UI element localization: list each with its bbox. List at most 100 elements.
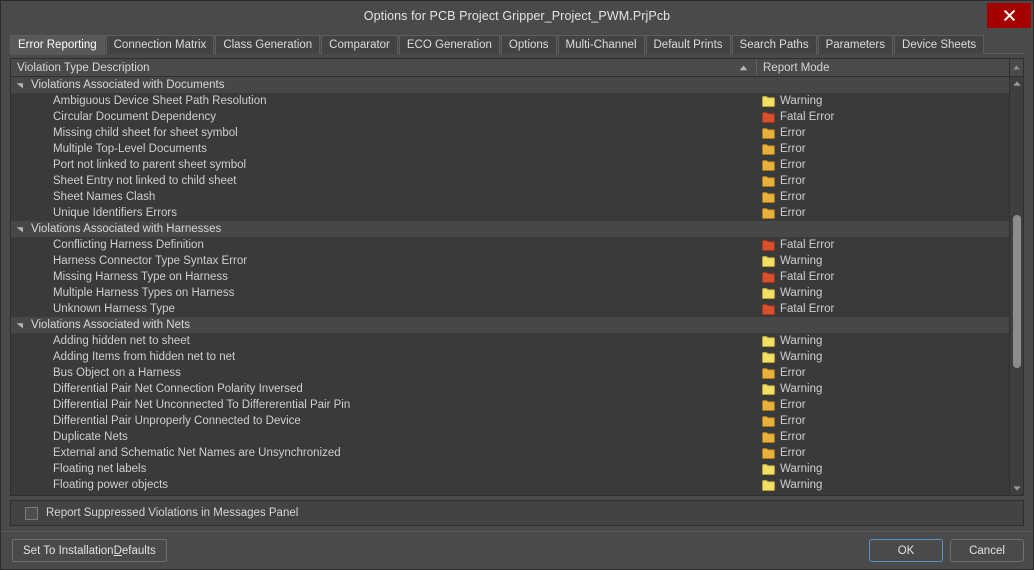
tab-connection-matrix[interactable]: Connection Matrix [105, 35, 215, 54]
column-header-description[interactable]: Violation Type Description [11, 59, 756, 76]
violation-report-mode-label: Error [780, 415, 806, 427]
cancel-button[interactable]: Cancel [950, 539, 1024, 562]
violation-description-label: Missing child sheet for sheet symbol [53, 127, 238, 139]
violation-report-mode-label: Warning [780, 95, 823, 107]
tab-comparator[interactable]: Comparator [321, 35, 398, 54]
column-header-report-mode[interactable]: Report Mode [756, 59, 1009, 76]
tab-eco-generation[interactable]: ECO Generation [398, 35, 500, 54]
grid-vertical-scrollbar[interactable] [1009, 77, 1023, 495]
scroll-up-button[interactable] [1010, 77, 1023, 90]
tab-default-prints[interactable]: Default Prints [645, 35, 731, 54]
grid-header-row: Violation Type Description Report Mode [11, 59, 1023, 77]
violation-report-mode-cell[interactable]: Error [756, 429, 1009, 445]
violation-row[interactable]: Sheet Names Clash Error [11, 189, 1009, 205]
violation-description-label: Differential Pair Net Unconnected To Dif… [53, 399, 351, 411]
tab-multi-channel[interactable]: Multi-Channel [557, 35, 645, 54]
violation-row[interactable]: External and Schematic Net Names are Uns… [11, 445, 1009, 461]
violation-report-mode-cell[interactable]: Warning [756, 477, 1009, 493]
group-expand-icon[interactable] [11, 225, 29, 233]
violation-row[interactable]: Adding hidden net to sheet Warning [11, 333, 1009, 349]
violation-row[interactable]: Multiple Harness Types on Harness Warning [11, 285, 1009, 301]
violation-report-mode-cell[interactable]: Fatal Error [756, 109, 1009, 125]
group-expand-icon[interactable] [11, 321, 29, 329]
violation-report-mode-cell[interactable]: Error [756, 157, 1009, 173]
violation-report-mode-cell[interactable]: Error [756, 445, 1009, 461]
violation-row[interactable]: Floating net labels Warning [11, 461, 1009, 477]
violation-row[interactable]: Duplicate Nets Error [11, 429, 1009, 445]
violation-report-mode-cell[interactable]: Error [756, 173, 1009, 189]
violation-report-mode-cell[interactable]: Warning [756, 381, 1009, 397]
violation-row[interactable]: Ambiguous Device Sheet Path Resolution Wa… [11, 93, 1009, 109]
violation-row[interactable]: Sheet Entry not linked to child sheet Err… [11, 173, 1009, 189]
violation-report-mode-cell[interactable]: Error [756, 205, 1009, 221]
violation-report-mode-cell[interactable]: Warning [756, 285, 1009, 301]
suppressed-violations-bar: Report Suppressed Violations in Messages… [10, 500, 1024, 526]
violation-row[interactable]: Multiple Top-Level Documents Error [11, 141, 1009, 157]
violation-report-mode-cell[interactable]: Error [756, 189, 1009, 205]
error-folder-icon [762, 367, 775, 379]
violation-row[interactable]: Unique Identifiers Errors Error [11, 205, 1009, 221]
tab-label: ECO Generation [406, 39, 492, 51]
group-header-row[interactable]: Violations Associated with Nets [11, 317, 1009, 333]
violation-report-mode-cell[interactable]: Fatal Error [756, 269, 1009, 285]
violation-row[interactable]: Port not linked to parent sheet symbol Er… [11, 157, 1009, 173]
violation-report-mode-cell[interactable]: Warning [756, 333, 1009, 349]
violation-report-mode-label: Warning [780, 383, 823, 395]
group-expand-icon[interactable] [11, 81, 29, 89]
violation-description-label: Sheet Entry not linked to child sheet [53, 175, 237, 187]
group-description-cell: Violations Associated with Nets [11, 317, 756, 333]
violation-row[interactable]: Bus Object on a Harness Error [11, 365, 1009, 381]
group-header-row[interactable]: Violations Associated with Documents [11, 77, 1009, 93]
violation-row[interactable]: Floating power objects Warning [11, 477, 1009, 493]
scroll-down-button[interactable] [1010, 482, 1023, 495]
violation-row[interactable]: Differential Pair Net Connection Polarit… [11, 381, 1009, 397]
violation-row[interactable]: Differential Pair Unproperly Connected t… [11, 413, 1009, 429]
tab-strip: Error Reporting Connection Matrix Class Ge… [10, 34, 1024, 55]
violation-report-mode-cell[interactable]: Error [756, 413, 1009, 429]
grid-rows: Violations Associated with Documents Ambi… [11, 77, 1009, 495]
violation-report-mode-cell[interactable]: Fatal Error [756, 301, 1009, 317]
warning-folder-icon [762, 351, 775, 363]
violation-report-mode-cell[interactable]: Error [756, 125, 1009, 141]
tab-parameters[interactable]: Parameters [817, 35, 894, 54]
set-to-installation-defaults-button[interactable]: Set To Installation Defaults [12, 539, 167, 562]
violation-row[interactable]: Conflicting Harness Definition Fatal Erro… [11, 237, 1009, 253]
violation-row[interactable]: Missing child sheet for sheet symbol Erro… [11, 125, 1009, 141]
close-button[interactable] [987, 3, 1031, 28]
report-suppressed-violations-checkbox[interactable] [25, 506, 38, 520]
column-header-description-label: Violation Type Description [17, 61, 150, 74]
violation-report-mode-label: Error [780, 207, 806, 219]
violation-report-mode-cell[interactable]: Fatal Error [756, 237, 1009, 253]
violation-row[interactable]: Harness Connector Type Syntax Error Warni… [11, 253, 1009, 269]
violation-report-mode-cell[interactable]: Error [756, 397, 1009, 413]
violation-row[interactable]: Adding Items from hidden net to net Warni… [11, 349, 1009, 365]
violation-description-label: Unique Identifiers Errors [53, 207, 177, 219]
violation-report-mode-cell[interactable]: Warning [756, 349, 1009, 365]
violation-report-mode-cell[interactable]: Warning [756, 253, 1009, 269]
group-header-row[interactable]: Violations Associated with Harnesses [11, 221, 1009, 237]
violation-report-mode-cell[interactable]: Warning [756, 93, 1009, 109]
tab-options[interactable]: Options [500, 35, 557, 54]
tab-search-paths[interactable]: Search Paths [731, 35, 817, 54]
ok-button[interactable]: OK [869, 539, 943, 562]
violation-row[interactable]: Differential Pair Net Unconnected To Dif… [11, 397, 1009, 413]
violation-report-mode-cell[interactable]: Warning [756, 461, 1009, 477]
warning-folder-icon [762, 95, 775, 107]
violations-grid: Violation Type Description Report Mode V… [10, 58, 1024, 496]
violation-description-label: Multiple Top-Level Documents [53, 143, 207, 155]
tab-error-reporting[interactable]: Error Reporting [10, 35, 105, 55]
scrollbar-thumb[interactable] [1013, 215, 1021, 369]
violation-report-mode-label: Fatal Error [780, 303, 835, 315]
violation-row[interactable]: Circular Document Dependency Fatal Error [11, 109, 1009, 125]
violation-description-label: Multiple Harness Types on Harness [53, 287, 235, 299]
violation-report-mode-cell[interactable]: Error [756, 365, 1009, 381]
tab-class-generation[interactable]: Class Generation [215, 35, 321, 54]
tab-device-sheets[interactable]: Device Sheets [894, 35, 985, 54]
violation-row[interactable]: Unknown Harness Type Fatal Error [11, 301, 1009, 317]
report-suppressed-violations-label: Report Suppressed Violations in Messages… [46, 507, 299, 519]
violation-row[interactable]: Missing Harness Type on Harness Fatal Err… [11, 269, 1009, 285]
group-label: Violations Associated with Documents [31, 79, 225, 91]
scrollbar-track[interactable] [1010, 90, 1023, 482]
violation-report-mode-cell[interactable]: Error [756, 141, 1009, 157]
violation-description-label: Differential Pair Unproperly Connected t… [53, 415, 301, 427]
